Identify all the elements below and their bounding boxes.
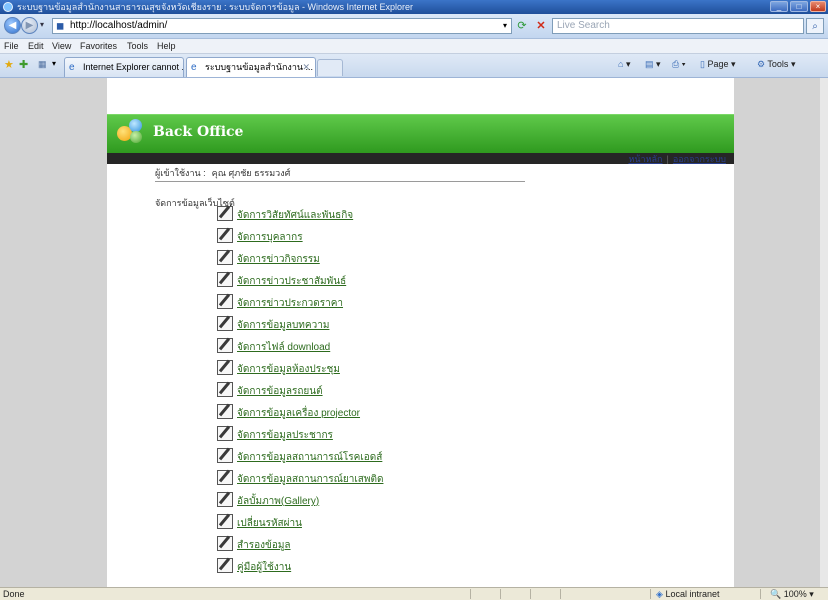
refresh-button[interactable]: ⟳: [514, 18, 530, 34]
edit-icon: [217, 316, 233, 331]
address-dropdown-icon[interactable]: ▾: [503, 19, 507, 33]
menu-help[interactable]: Help: [157, 39, 176, 53]
edit-icon: [217, 250, 233, 265]
menu-view[interactable]: View: [52, 39, 71, 53]
status-bar: Done ◈ Local intranet 🔍 100% ▾: [0, 587, 828, 600]
address-bar[interactable]: ◼ http://localhost/admin/ ▾: [52, 18, 512, 34]
status-separator: [500, 589, 501, 599]
home-icon[interactable]: ⌂ ▾: [618, 59, 630, 70]
zone-icon: ◈: [656, 589, 663, 599]
title-bar: ระบบฐานข้อมูลสำนักงานสาธารณสุขจังหวัดเชี…: [0, 0, 828, 14]
page-menu[interactable]: ▯ Page ▾: [700, 59, 736, 70]
status-separator: [530, 589, 531, 599]
edit-icon: [217, 404, 233, 419]
back-office-page: Back Office หน้าหลัก | ออกจากระบบ ผู้เข้าใ…: [107, 78, 734, 587]
divider: [155, 181, 525, 182]
edit-icon: [217, 338, 233, 353]
edit-icon: [217, 294, 233, 309]
edit-icon: [217, 448, 233, 463]
edit-icon: [217, 492, 233, 507]
tab-list-dropdown-icon[interactable]: ▾: [52, 59, 56, 68]
vertical-scrollbar[interactable]: [820, 78, 828, 587]
tab-label: Internet Explorer cannot ...: [83, 62, 184, 72]
nav-separator: |: [666, 154, 669, 164]
window-title: ระบบฐานข้อมูลสำนักงานสาธารณสุขจังหวัดเชี…: [17, 2, 414, 12]
edit-icon: [217, 558, 233, 573]
quick-tabs-icon[interactable]: ▦: [38, 59, 47, 70]
edit-icon: [217, 536, 233, 551]
tab-error-page[interactable]: e Internet Explorer cannot ...: [64, 57, 184, 77]
edit-icon: [217, 514, 233, 529]
security-zone[interactable]: ◈ Local intranet: [656, 588, 719, 600]
user-name: คุณ ศุภชัย ธรรมวงศ์: [211, 168, 291, 178]
add-favorite-icon[interactable]: ✚: [19, 58, 28, 71]
menu-tools[interactable]: Tools: [127, 39, 148, 53]
tab-label: ระบบฐานข้อมูลสำนักงาน ...: [205, 62, 314, 72]
status-separator: [560, 589, 561, 599]
menu-file[interactable]: File: [4, 39, 19, 53]
tab-bar: ★ ✚ ▦ ▾ e Internet Explorer cannot ... e…: [0, 54, 828, 78]
page-icon: ◼: [56, 21, 65, 32]
address-url[interactable]: http://localhost/admin/: [70, 19, 167, 33]
logo-icon: [130, 131, 142, 143]
edit-icon: [217, 228, 233, 243]
browser-viewport: Back Office หน้าหลัก | ออกจากระบบ ผู้เข้าใ…: [0, 78, 828, 587]
top-nav-links: หน้าหลัก | ออกจากระบบ: [628, 153, 726, 166]
tab-close-icon[interactable]: ✕: [302, 58, 310, 77]
home-link[interactable]: หน้าหลัก: [628, 154, 662, 164]
menu-favorites[interactable]: Favorites: [80, 39, 117, 53]
forward-button[interactable]: ▶: [21, 17, 38, 34]
edit-icon: [217, 360, 233, 375]
ie-page-icon: e: [69, 62, 75, 73]
user-info: ผู้เข้าใช้งาน : คุณ ศุภชัย ธรรมวงศ์: [155, 166, 290, 180]
status-separator: [760, 589, 761, 599]
menu-bar: File Edit View Favorites Tools Help: [0, 39, 828, 54]
menu-edit[interactable]: Edit: [28, 39, 44, 53]
back-button[interactable]: ◀: [4, 17, 21, 34]
edit-icon: [217, 470, 233, 485]
zoom-level[interactable]: 🔍 100% ▾: [770, 588, 814, 600]
edit-icon: [217, 272, 233, 287]
minimize-button[interactable]: _: [770, 1, 788, 12]
user-label: ผู้เข้าใช้งาน :: [155, 168, 206, 178]
history-dropdown-icon[interactable]: ▾: [40, 20, 44, 29]
tools-menu[interactable]: ⚙ Tools ▾: [757, 59, 795, 70]
ie-page-icon: e: [191, 62, 197, 73]
favorites-star-icon[interactable]: ★: [4, 58, 14, 71]
status-separator: [650, 589, 651, 599]
status-separator: [470, 589, 471, 599]
site-banner: Back Office: [107, 114, 734, 153]
maximize-button[interactable]: □: [790, 1, 808, 12]
tab-active-back-office[interactable]: e ระบบฐานข้อมูลสำนักงาน ... ✕: [186, 57, 316, 77]
edit-icon: [217, 206, 233, 221]
feeds-icon[interactable]: ▤ ▾: [645, 59, 661, 70]
close-button[interactable]: ×: [810, 1, 826, 12]
edit-icon: [217, 382, 233, 397]
edit-icon: [217, 426, 233, 441]
search-icon[interactable]: ⌕: [806, 18, 824, 34]
new-tab-button[interactable]: [317, 59, 343, 76]
logout-link[interactable]: ออกจากระบบ: [673, 154, 726, 164]
print-icon[interactable]: ⎙ ▾: [672, 59, 685, 70]
site-title: Back Office: [153, 124, 244, 140]
search-input[interactable]: Live Search: [552, 18, 804, 34]
window-controls: _ □ ×: [770, 1, 826, 13]
status-text: Done: [3, 589, 25, 599]
ie-logo-icon: [3, 2, 13, 12]
stop-button[interactable]: ✕: [533, 18, 549, 34]
address-toolbar: ◀ ▶ ▾ ◼ http://localhost/admin/ ▾ ⟳ ✕ Li…: [0, 14, 828, 39]
